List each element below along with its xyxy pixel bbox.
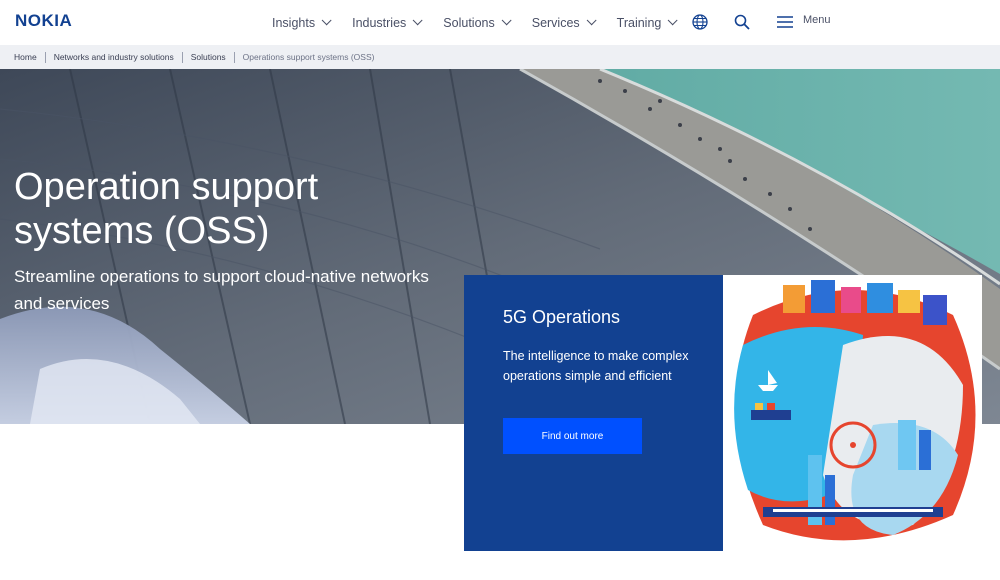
breadcrumb: Home Networks and industry solutions Sol… xyxy=(0,45,1000,69)
nav-training[interactable]: Training xyxy=(616,15,678,30)
globe-icon[interactable] xyxy=(690,12,710,32)
search-icon[interactable] xyxy=(732,12,752,32)
nav-solutions[interactable]: Solutions xyxy=(443,15,512,30)
nav-insights[interactable]: Insights xyxy=(272,15,332,30)
nav-services[interactable]: Services xyxy=(531,15,597,30)
nav-label: Industries xyxy=(352,15,407,30)
chevron-down-icon xyxy=(412,15,423,26)
chevron-down-icon xyxy=(501,15,512,26)
nav-label: Insights xyxy=(272,15,316,30)
chevron-down-icon xyxy=(668,15,678,26)
nav-label: Solutions xyxy=(443,15,495,30)
chevron-down-icon xyxy=(586,15,597,26)
nokia-logo[interactable]: NOKIA xyxy=(15,11,72,31)
5g-city-illustration xyxy=(723,275,982,551)
nav-industries[interactable]: Industries xyxy=(352,15,423,30)
find-out-more-button[interactable]: Find out more xyxy=(503,418,642,454)
page-subtitle: Streamline operations to support cloud-n… xyxy=(14,267,429,313)
site-header: NOKIA Insights Industries Solutions Serv… xyxy=(0,0,1000,45)
menu-label[interactable]: Menu xyxy=(803,14,831,26)
nav-label: Services xyxy=(531,15,580,30)
hamburger-icon[interactable] xyxy=(775,12,795,32)
chevron-down-icon xyxy=(321,15,332,26)
promo-description: The intelligence to make complex operati… xyxy=(503,349,689,383)
breadcrumb-current: Operations support systems (OSS) xyxy=(242,52,375,62)
promo-card: 5G Operations The intelligence to make c… xyxy=(464,275,723,551)
page-title: Operation support systems (OSS) xyxy=(14,166,319,252)
breadcrumb-separator xyxy=(44,51,46,63)
breadcrumb-home[interactable]: Home xyxy=(14,52,37,62)
main-nav: Insights Industries Solutions Services T… xyxy=(272,0,698,45)
breadcrumb-networks[interactable]: Networks and industry solutions xyxy=(54,52,174,62)
breadcrumb-separator xyxy=(181,51,183,63)
promo-title: 5G Operations xyxy=(503,307,621,327)
breadcrumb-solutions[interactable]: Solutions xyxy=(191,52,226,62)
breadcrumb-separator xyxy=(233,51,235,63)
nav-label: Training xyxy=(616,15,662,30)
